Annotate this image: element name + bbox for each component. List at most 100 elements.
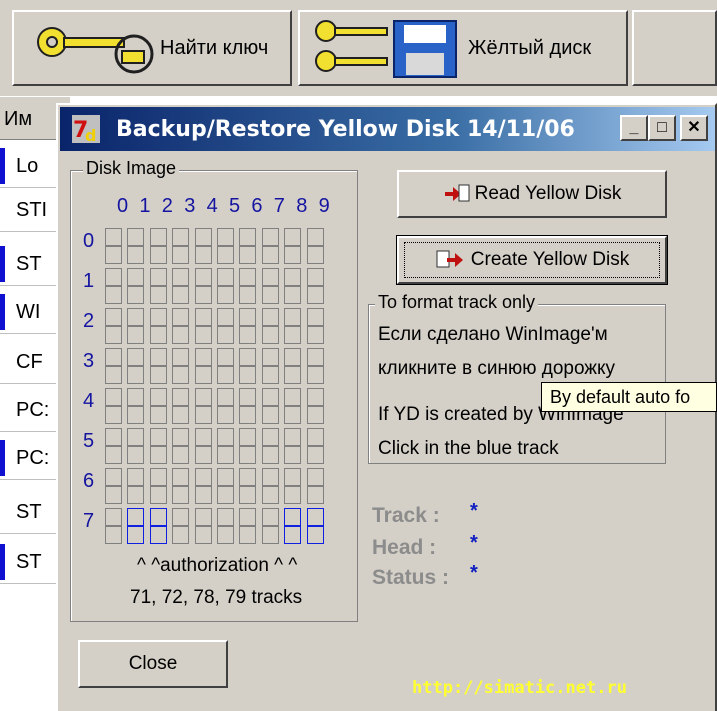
track-cell[interactable] xyxy=(217,468,234,486)
track-cell[interactable] xyxy=(194,388,212,406)
track-cell[interactable] xyxy=(284,366,302,384)
track-cell[interactable] xyxy=(284,406,302,424)
track-cell[interactable] xyxy=(306,366,324,384)
track-cell[interactable] xyxy=(217,406,234,424)
track-cell[interactable] xyxy=(172,228,190,246)
track-cell[interactable] xyxy=(194,246,212,264)
track-cell[interactable] xyxy=(127,388,145,406)
track-cell[interactable] xyxy=(306,468,324,486)
track-cell[interactable] xyxy=(149,446,167,464)
track-cell[interactable] xyxy=(149,286,167,304)
track-cell[interactable] xyxy=(127,286,145,304)
track-cell[interactable] xyxy=(306,526,324,544)
track-cell[interactable] xyxy=(172,486,190,504)
track-cell[interactable] xyxy=(127,428,145,446)
track-cell[interactable] xyxy=(149,526,167,544)
track-cell[interactable] xyxy=(194,486,212,504)
track-cell[interactable] xyxy=(127,326,145,344)
track-cell[interactable] xyxy=(105,388,122,406)
track-cell[interactable] xyxy=(194,286,212,304)
track-cell[interactable] xyxy=(284,228,302,246)
track-cell[interactable] xyxy=(239,348,257,366)
track-cell[interactable] xyxy=(284,268,302,286)
track-cell[interactable] xyxy=(306,308,324,326)
track-cell[interactable] xyxy=(261,268,279,286)
track-cell[interactable] xyxy=(239,286,257,304)
track-cell[interactable] xyxy=(149,388,167,406)
track-cell[interactable] xyxy=(217,526,234,544)
track-cell[interactable] xyxy=(105,468,122,486)
track-cell[interactable] xyxy=(284,326,302,344)
track-cell[interactable] xyxy=(239,388,257,406)
site-url[interactable]: http://simatic.net.ru xyxy=(412,678,627,698)
track-cell[interactable] xyxy=(149,508,167,526)
track-cell[interactable] xyxy=(105,348,122,366)
track-cell[interactable] xyxy=(127,308,145,326)
track-cell[interactable] xyxy=(194,366,212,384)
track-cell[interactable] xyxy=(261,388,279,406)
track-cell[interactable] xyxy=(261,508,279,526)
track-cell[interactable] xyxy=(127,348,145,366)
track-cell[interactable] xyxy=(172,508,190,526)
track-cell[interactable] xyxy=(105,268,122,286)
read-yellow-disk-button[interactable]: Read Yellow Disk xyxy=(397,170,667,218)
track-cell[interactable] xyxy=(239,406,257,424)
track-cell[interactable] xyxy=(127,468,145,486)
track-cell[interactable] xyxy=(149,366,167,384)
track-cell[interactable] xyxy=(306,268,324,286)
track-cell[interactable] xyxy=(261,228,279,246)
track-cell[interactable] xyxy=(261,286,279,304)
track-cell[interactable] xyxy=(261,468,279,486)
track-cell[interactable] xyxy=(217,428,234,446)
minimize-button[interactable]: _ xyxy=(620,115,648,141)
track-cell[interactable] xyxy=(217,348,234,366)
track-cell[interactable] xyxy=(239,246,257,264)
track-cell[interactable] xyxy=(105,286,122,304)
track-cell[interactable] xyxy=(105,428,122,446)
track-cell[interactable] xyxy=(149,428,167,446)
track-cell[interactable] xyxy=(127,268,145,286)
track-cell[interactable] xyxy=(284,388,302,406)
track-cell[interactable] xyxy=(284,286,302,304)
track-cell[interactable] xyxy=(149,246,167,264)
dialog-titlebar[interactable]: 7 d Backup/Restore Yellow Disk 14/11/06 … xyxy=(60,107,715,151)
track-cell[interactable] xyxy=(105,308,122,326)
track-cell[interactable] xyxy=(284,526,302,544)
track-cell[interactable] xyxy=(239,366,257,384)
track-cell[interactable] xyxy=(105,508,122,526)
track-cell[interactable] xyxy=(306,286,324,304)
track-cell[interactable] xyxy=(105,326,122,344)
track-cell[interactable] xyxy=(239,446,257,464)
track-cell[interactable] xyxy=(284,246,302,264)
track-cell[interactable] xyxy=(172,246,190,264)
track-cell[interactable] xyxy=(217,308,234,326)
track-cell[interactable] xyxy=(127,508,145,526)
track-cell[interactable] xyxy=(284,508,302,526)
track-cell[interactable] xyxy=(284,428,302,446)
track-cell[interactable] xyxy=(194,526,212,544)
track-cell[interactable] xyxy=(217,286,234,304)
track-cell[interactable] xyxy=(306,228,324,246)
find-key-button[interactable]: Найти ключ xyxy=(12,10,292,86)
track-cell[interactable] xyxy=(217,508,234,526)
track-cell[interactable] xyxy=(217,446,234,464)
track-cell[interactable] xyxy=(261,428,279,446)
toolbar-button-extra[interactable] xyxy=(632,10,717,86)
track-cell[interactable] xyxy=(306,428,324,446)
track-cell[interactable] xyxy=(239,508,257,526)
track-cell[interactable] xyxy=(105,526,122,544)
track-cell[interactable] xyxy=(217,388,234,406)
track-cell[interactable] xyxy=(306,446,324,464)
track-cell[interactable] xyxy=(127,246,145,264)
track-cell[interactable] xyxy=(172,526,190,544)
track-cell[interactable] xyxy=(261,366,279,384)
track-cell[interactable] xyxy=(194,348,212,366)
track-cell[interactable] xyxy=(239,326,257,344)
track-cell[interactable] xyxy=(127,366,145,384)
track-cell[interactable] xyxy=(284,446,302,464)
track-cell[interactable] xyxy=(149,406,167,424)
track-cell[interactable] xyxy=(194,508,212,526)
track-cell[interactable] xyxy=(239,268,257,286)
track-cell[interactable] xyxy=(239,526,257,544)
track-cell[interactable] xyxy=(306,348,324,366)
